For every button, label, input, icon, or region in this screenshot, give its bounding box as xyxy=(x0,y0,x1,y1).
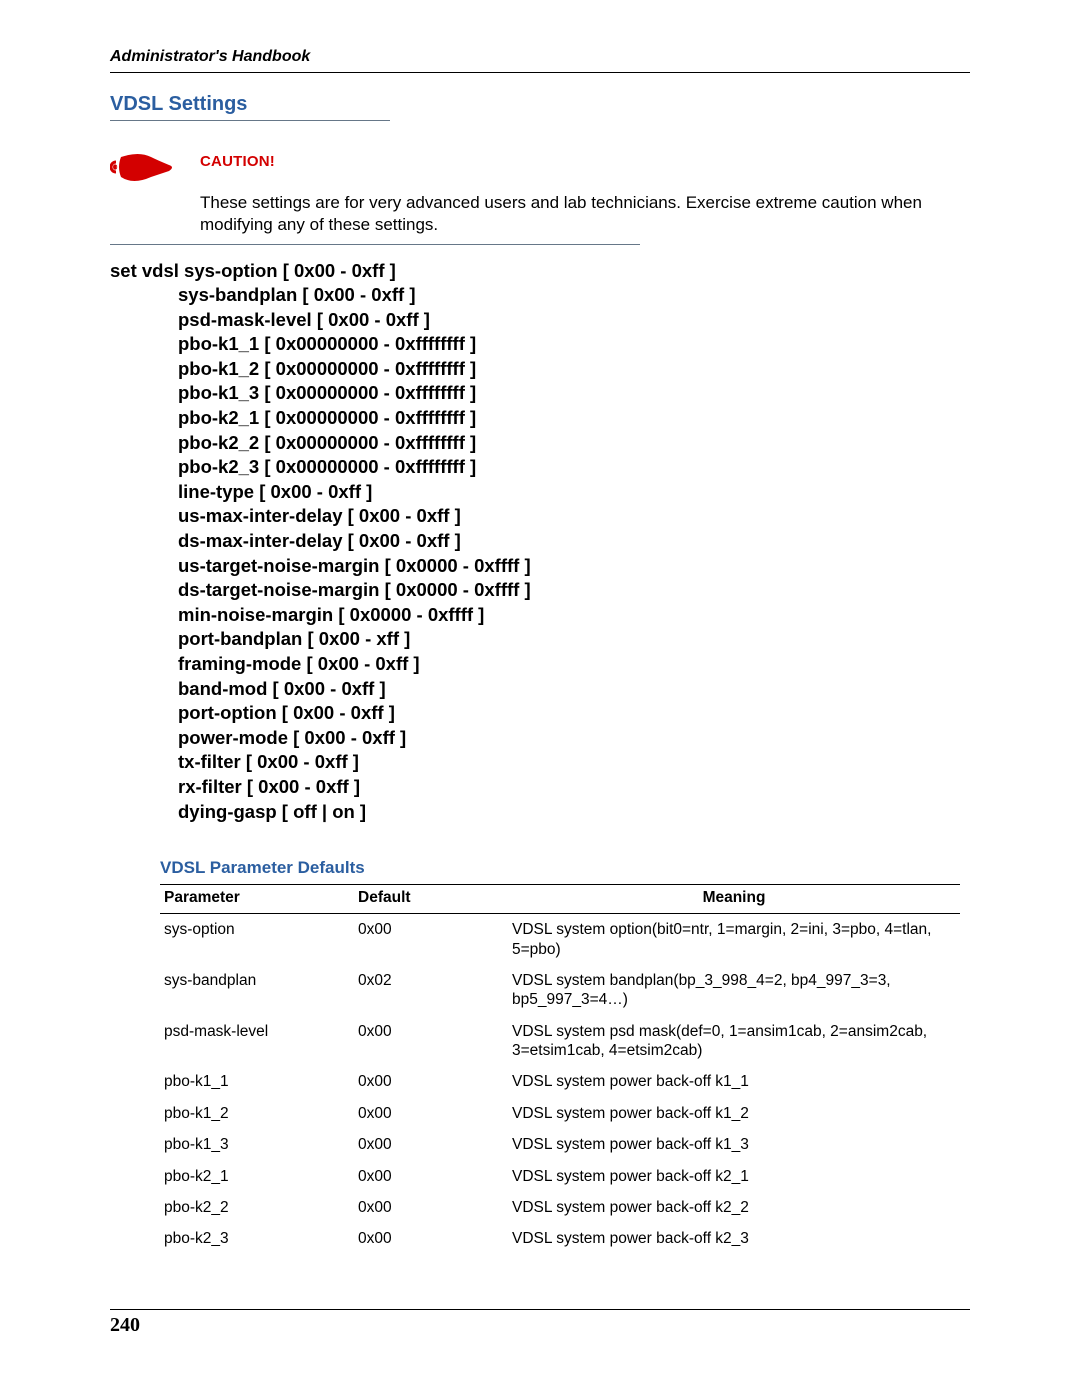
cell-meaning: VDSL system psd mask(def=0, 1=ansim1cab,… xyxy=(508,1016,960,1067)
command-line: us-max-inter-delay [ 0x00 - 0xff ] xyxy=(110,504,970,529)
command-line: pbo-k1_1 [ 0x00000000 - 0xffffffff ] xyxy=(110,332,970,357)
command-line: band-mod [ 0x00 - 0xff ] xyxy=(110,677,970,702)
cell-meaning: VDSL system bandplan(bp_3_998_4=2, bp4_9… xyxy=(508,965,960,1016)
cell-default: 0x00 xyxy=(354,1016,508,1067)
command-line: psd-mask-level [ 0x00 - 0xff ] xyxy=(110,308,970,333)
table-header-row: Parameter Default Meaning xyxy=(160,885,960,914)
command-block: set vdsl sys-option [ 0x00 - 0xff ]sys-b… xyxy=(110,259,970,825)
cell-default: 0x00 xyxy=(354,1098,508,1129)
footer-rule xyxy=(110,1309,970,1310)
cell-parameter: psd-mask-level xyxy=(160,1016,354,1067)
cell-default: 0x00 xyxy=(354,1192,508,1223)
defaults-heading: VDSL Parameter Defaults xyxy=(160,858,970,878)
cell-meaning: VDSL system power back-off k1_2 xyxy=(508,1098,960,1129)
table-row: pbo-k1_10x00VDSL system power back-off k… xyxy=(160,1066,960,1097)
defaults-table: Parameter Default Meaning sys-option0x00… xyxy=(160,884,960,1255)
command-line: pbo-k1_2 [ 0x00000000 - 0xffffffff ] xyxy=(110,357,970,382)
cell-default: 0x00 xyxy=(354,1161,508,1192)
cell-parameter: pbo-k2_3 xyxy=(160,1223,354,1254)
command-line: pbo-k2_3 [ 0x00000000 - 0xffffffff ] xyxy=(110,455,970,480)
cell-meaning: VDSL system power back-off k2_3 xyxy=(508,1223,960,1254)
cell-parameter: pbo-k1_2 xyxy=(160,1098,354,1129)
caution-body: These settings are for very advanced use… xyxy=(200,192,970,236)
table-row: pbo-k1_30x00VDSL system power back-off k… xyxy=(160,1129,960,1160)
cell-parameter: sys-option xyxy=(160,914,354,965)
table-row: sys-bandplan0x02VDSL system bandplan(bp_… xyxy=(160,965,960,1016)
command-line: framing-mode [ 0x00 - 0xff ] xyxy=(110,652,970,677)
table-row: sys-option0x00VDSL system option(bit0=nt… xyxy=(160,914,960,965)
cell-default: 0x00 xyxy=(354,1129,508,1160)
table-row: pbo-k2_30x00VDSL system power back-off k… xyxy=(160,1223,960,1254)
table-row: pbo-k1_20x00VDSL system power back-off k… xyxy=(160,1098,960,1129)
command-line: sys-bandplan [ 0x00 - 0xff ] xyxy=(110,283,970,308)
command-line: tx-filter [ 0x00 - 0xff ] xyxy=(110,750,970,775)
cell-parameter: sys-bandplan xyxy=(160,965,354,1016)
section-title-underline xyxy=(110,120,390,121)
caution-block: CAUTION! These settings are for very adv… xyxy=(110,147,970,236)
col-header-default: Default xyxy=(354,885,508,914)
caution-text: CAUTION! These settings are for very adv… xyxy=(200,147,970,236)
cell-meaning: VDSL system option(bit0=ntr, 1=margin, 2… xyxy=(508,914,960,965)
cell-parameter: pbo-k1_1 xyxy=(160,1066,354,1097)
section-title: VDSL Settings xyxy=(110,93,970,116)
cell-default: 0x00 xyxy=(354,1223,508,1254)
table-row: pbo-k2_10x00VDSL system power back-off k… xyxy=(160,1161,960,1192)
document-page: Administrator's Handbook VDSL Settings C… xyxy=(0,0,1080,1377)
command-line: line-type [ 0x00 - 0xff ] xyxy=(110,480,970,505)
cell-meaning: VDSL system power back-off k1_3 xyxy=(508,1129,960,1160)
cell-meaning: VDSL system power back-off k2_1 xyxy=(508,1161,960,1192)
command-line: pbo-k2_2 [ 0x00000000 - 0xffffffff ] xyxy=(110,431,970,456)
cell-parameter: pbo-k1_3 xyxy=(160,1129,354,1160)
command-line: set vdsl sys-option [ 0x00 - 0xff ] xyxy=(110,259,970,284)
header-rule xyxy=(110,72,970,73)
command-line: ds-target-noise-margin [ 0x0000 - 0xffff… xyxy=(110,578,970,603)
command-line: port-bandplan [ 0x00 - xff ] xyxy=(110,627,970,652)
table-row: psd-mask-level0x00VDSL system psd mask(d… xyxy=(160,1016,960,1067)
command-line: dying-gasp [ off | on ] xyxy=(110,800,970,825)
command-line: ds-max-inter-delay [ 0x00 - 0xff ] xyxy=(110,529,970,554)
command-line: pbo-k2_1 [ 0x00000000 - 0xffffffff ] xyxy=(110,406,970,431)
col-header-parameter: Parameter xyxy=(160,885,354,914)
command-line: us-target-noise-margin [ 0x0000 - 0xffff… xyxy=(110,554,970,579)
command-line: power-mode [ 0x00 - 0xff ] xyxy=(110,726,970,751)
command-line: min-noise-margin [ 0x0000 - 0xffff ] xyxy=(110,603,970,628)
cell-meaning: VDSL system power back-off k2_2 xyxy=(508,1192,960,1223)
cell-parameter: pbo-k2_2 xyxy=(160,1192,354,1223)
cell-default: 0x00 xyxy=(354,914,508,965)
cell-parameter: pbo-k2_1 xyxy=(160,1161,354,1192)
table-row: pbo-k2_20x00VDSL system power back-off k… xyxy=(160,1192,960,1223)
caution-label: CAUTION! xyxy=(200,153,970,170)
cell-default: 0x00 xyxy=(354,1066,508,1097)
pointing-hand-icon xyxy=(110,147,182,187)
command-line: pbo-k1_3 [ 0x00000000 - 0xffffffff ] xyxy=(110,381,970,406)
caution-underline xyxy=(110,244,640,245)
command-line: rx-filter [ 0x00 - 0xff ] xyxy=(110,775,970,800)
page-number: 240 xyxy=(110,1314,970,1337)
cell-meaning: VDSL system power back-off k1_1 xyxy=(508,1066,960,1097)
cell-default: 0x02 xyxy=(354,965,508,1016)
running-head: Administrator's Handbook xyxy=(110,48,970,66)
command-line: port-option [ 0x00 - 0xff ] xyxy=(110,701,970,726)
col-header-meaning: Meaning xyxy=(508,885,960,914)
